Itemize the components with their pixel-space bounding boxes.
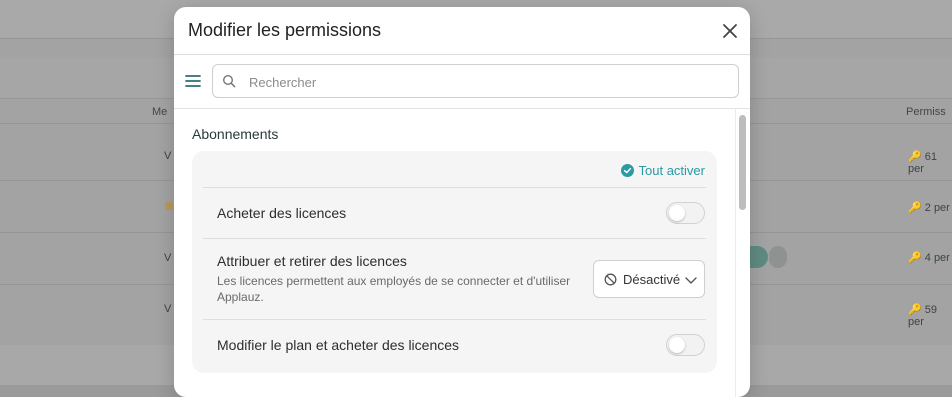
close-button[interactable] bbox=[720, 21, 740, 41]
background-permissions-count: 🔑 4 per bbox=[908, 252, 950, 264]
divider bbox=[203, 238, 706, 239]
background-avatar bbox=[769, 246, 787, 268]
background-cell: V bbox=[164, 303, 172, 315]
background-column-header-right: Permiss bbox=[906, 106, 946, 118]
background-permissions-count: 🔑 59 per bbox=[908, 304, 938, 328]
permission-description-assign-licenses: Les licences permettent aux employés de … bbox=[217, 274, 571, 304]
background-status-dot bbox=[165, 202, 173, 210]
assign-licenses-select[interactable]: Désactivé bbox=[593, 260, 705, 298]
toggle-knob bbox=[669, 205, 685, 221]
divider bbox=[203, 187, 706, 188]
permissions-card: Tout activer Acheter des licences Attrib… bbox=[192, 151, 717, 373]
background-avatar bbox=[750, 246, 768, 268]
divider bbox=[203, 319, 706, 320]
modal-title: Modifier les permissions bbox=[188, 20, 382, 40]
check-circle-icon bbox=[620, 164, 634, 177]
modal-toolbar bbox=[174, 55, 750, 109]
search-box bbox=[212, 64, 739, 99]
section-title: Abonnements bbox=[192, 126, 279, 142]
search-icon bbox=[222, 74, 236, 88]
toggle-knob bbox=[669, 337, 685, 353]
permission-label-assign-licenses: Attribuer et retirer des licences bbox=[217, 253, 407, 269]
ban-icon bbox=[604, 273, 617, 286]
permission-label-change-plan: Modifier le plan et acheter des licences bbox=[217, 337, 460, 353]
chevron-down-icon bbox=[685, 277, 697, 284]
buy-licenses-toggle[interactable] bbox=[666, 202, 705, 224]
background-permissions-count: 🔑 2 per bbox=[908, 202, 950, 214]
background-cell: V bbox=[164, 252, 172, 264]
background-column-header-left: Me bbox=[152, 106, 168, 118]
modal-header: Modifier les permissions bbox=[174, 7, 750, 55]
close-icon bbox=[723, 24, 737, 38]
background-cell: V bbox=[164, 150, 172, 162]
permission-label-buy-licenses: Acheter des licences bbox=[217, 205, 347, 221]
menu-icon bbox=[185, 75, 201, 87]
enable-all-button[interactable]: Tout activer bbox=[620, 163, 705, 178]
menu-button[interactable] bbox=[185, 73, 201, 89]
enable-all-label: Tout activer bbox=[638, 163, 705, 178]
search-input[interactable] bbox=[247, 65, 731, 99]
scrollbar-thumb[interactable] bbox=[739, 115, 746, 210]
scrollbar[interactable] bbox=[735, 108, 750, 397]
edit-permissions-modal: Modifier les permissions Abonnements bbox=[174, 7, 750, 397]
permissions-list: Abonnements Tout activer Acheter des lic… bbox=[174, 108, 736, 397]
change-plan-toggle[interactable] bbox=[666, 334, 705, 356]
select-value: Désactivé bbox=[623, 272, 681, 287]
background-permissions-count: 🔑 61 per bbox=[908, 151, 938, 175]
